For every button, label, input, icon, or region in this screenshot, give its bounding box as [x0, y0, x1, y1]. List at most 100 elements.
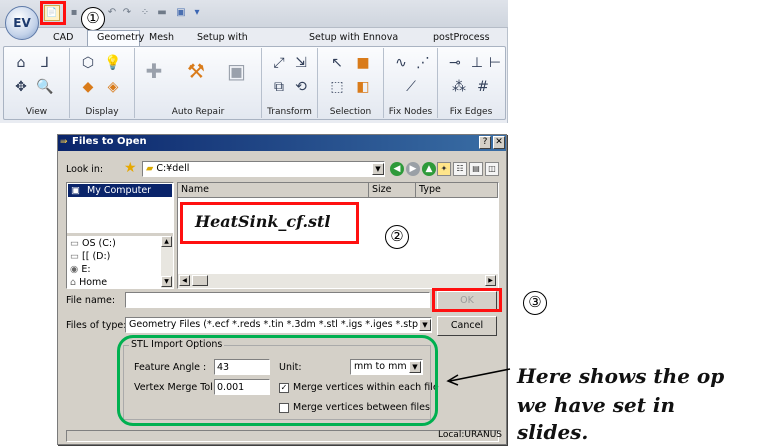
close-icon[interactable]: ✕ [493, 136, 505, 149]
group-label-transform: Transform [267, 107, 312, 117]
back-icon[interactable]: ◀ [390, 162, 404, 176]
select-shape-icon[interactable]: ■ [354, 54, 372, 72]
status-text: Local:URANUS [438, 430, 503, 440]
tab-setup-ennova-mesh[interactable]: Setup with Ennova Mesh [300, 31, 424, 57]
scroll-right-icon[interactable]: ▶ [485, 275, 496, 286]
scroll-thumb[interactable] [192, 275, 208, 286]
repair-tool-icon[interactable]: ⚒ [187, 61, 205, 81]
home-view-icon[interactable]: ⌂ [12, 54, 30, 72]
ribbon-group-view: ⌂ ⅃ ✥ 🔍 View [4, 48, 70, 118]
place-d-drive[interactable]: ▭ [[ (D:) [70, 251, 110, 262]
drive-icon: ▭ [70, 251, 79, 262]
ok-highlight [432, 288, 502, 312]
grid-icon[interactable]: ⁘ [139, 7, 151, 19]
ribbon-group-display: ⬡ 💡 ◆ ◈ Display [70, 48, 135, 118]
bandage-icon[interactable]: ✚ [145, 61, 163, 81]
group-label-selection: Selection [329, 107, 372, 117]
look-in-combo[interactable]: ▰ C:¥dell [142, 161, 385, 177]
place-home[interactable]: ⌂ Home [70, 277, 107, 287]
edge-line-icon[interactable]: ⊸ [446, 54, 464, 72]
shapes-icon[interactable]: ▣ [227, 61, 246, 81]
files-of-type-dropdown-icon[interactable]: ▼ [419, 319, 431, 331]
detail-view-icon[interactable]: ▤ [469, 162, 483, 176]
column-size[interactable]: Size [369, 183, 416, 198]
place-e-drive[interactable]: ◉ E: [70, 264, 91, 275]
dialog-titlebar: ⇛ Files to Open ? ✕ [58, 135, 506, 151]
edge-grid-icon[interactable]: # [474, 78, 492, 96]
forward-icon[interactable]: ▶ [406, 162, 420, 176]
scale-icon[interactable]: ⇲ [292, 54, 310, 72]
note-line-1: Here shows the op [517, 364, 725, 388]
select-pointer-icon[interactable]: ↖ [328, 54, 346, 72]
window-icon[interactable]: ▣ [175, 7, 187, 19]
scroll-down-icon[interactable]: ▼ [161, 276, 172, 287]
up-folder-icon[interactable]: ▲ [422, 162, 436, 176]
redo-icon[interactable]: ↷ [121, 7, 133, 19]
group-label-view: View [25, 107, 48, 117]
customize-dropdown-icon[interactable]: ▾ [191, 7, 203, 19]
edge-group-icon[interactable]: ⁂ [450, 78, 468, 96]
tab-mesh[interactable]: Mesh [140, 31, 188, 46]
move-icon[interactable]: ⤢ [270, 54, 288, 72]
ruler-icon[interactable]: ▬ [156, 7, 168, 19]
list-view-icon[interactable]: ☷ [453, 162, 467, 176]
ribbon-group-auto-repair: ✚ ⚒ ▣ Auto Repair [135, 48, 262, 118]
tab-geometry[interactable]: Geometry [87, 30, 144, 46]
note-line-3: slides. [517, 420, 589, 444]
scroll-left-icon[interactable]: ◀ [179, 275, 190, 286]
edge-merge-icon[interactable]: ⊢ [486, 54, 504, 72]
status-bar [66, 430, 499, 442]
home-folder-icon: ⌂ [70, 277, 77, 287]
save-icon[interactable]: ▪ [68, 7, 80, 19]
places-scrollbar[interactable]: ▲ ▼ [161, 236, 173, 288]
scroll-up-icon[interactable]: ▲ [161, 236, 172, 247]
axis-icon[interactable]: ⅃ [36, 54, 54, 72]
pan-icon[interactable]: ✥ [12, 78, 30, 96]
node-curve-icon[interactable]: ∿ [392, 54, 410, 72]
node-cross-icon[interactable]: ⟋ [402, 78, 420, 96]
help-icon[interactable]: ? [479, 136, 491, 149]
stl-options-highlight [117, 335, 438, 426]
dialog-icon: ⇛ [60, 137, 68, 147]
place-os-c[interactable]: ▭ OS (C:) [70, 238, 116, 249]
tab-cad[interactable]: CAD [44, 31, 87, 46]
rotate-icon[interactable]: ⟲ [292, 78, 310, 96]
edge-split-icon[interactable]: ⊥ [468, 54, 486, 72]
column-name[interactable]: Name [178, 183, 369, 198]
shaded-cube-icon[interactable]: ◆ [79, 78, 97, 96]
group-label-auto-repair: Auto Repair [171, 107, 225, 117]
ribbon-group-transform: ⤢ ⇲ ⧉ ⟲ Transform [262, 48, 318, 118]
group-label-fix-nodes: Fix Nodes [388, 107, 433, 117]
computer-icon: ▣ [71, 185, 80, 196]
group-label-fix-edges: Fix Edges [449, 107, 493, 117]
drive-icon: ▭ [70, 238, 79, 249]
files-of-type-combo[interactable]: Geometry Files (*.ecf *.reds *.tin *.3dm… [125, 317, 432, 333]
file-name-input[interactable] [125, 292, 430, 308]
new-folder-icon[interactable]: ✦ [437, 162, 451, 176]
tab-setup-iconmesh[interactable]: Setup with iconMesh [188, 31, 300, 57]
select-solid-icon[interactable]: ◧ [354, 78, 372, 96]
node-link-icon[interactable]: ⋰ [414, 54, 432, 72]
ribbon-group-selection: ↖ ■ ⬚ ◧ Selection [318, 48, 384, 118]
app-menu-button[interactable]: EV [5, 6, 39, 40]
light-icon[interactable]: 💡 [104, 54, 122, 72]
step-2-marker: ② [385, 225, 409, 249]
column-type[interactable]: Type [416, 183, 498, 198]
places-divider [67, 233, 173, 236]
file-list-hscrollbar[interactable]: ◀ ▶ [178, 274, 498, 288]
transparent-cube-icon[interactable]: ◈ [104, 78, 122, 96]
mirror-icon[interactable]: ⧉ [270, 78, 288, 96]
wireframe-icon[interactable]: ⬡ [79, 54, 97, 72]
place-my-computer[interactable]: ▣ My Computer [68, 184, 172, 197]
tab-postprocess[interactable]: postProcess [424, 31, 494, 46]
annotation-arrow [446, 368, 511, 386]
filename-annotation: HeatSink_cf.stl [195, 212, 331, 231]
files-of-type-label: Files of type: [66, 320, 127, 331]
favorites-star-icon[interactable]: ★ [124, 160, 137, 176]
cancel-button[interactable]: Cancel [437, 316, 497, 336]
preview-icon[interactable]: ◫ [485, 162, 499, 176]
box-select-icon[interactable]: ⬚ [328, 78, 346, 96]
zoom-icon[interactable]: 🔍 [36, 78, 54, 96]
look-in-dropdown-icon[interactable]: ▼ [372, 163, 384, 175]
undo-icon[interactable]: ↶ [106, 7, 118, 19]
